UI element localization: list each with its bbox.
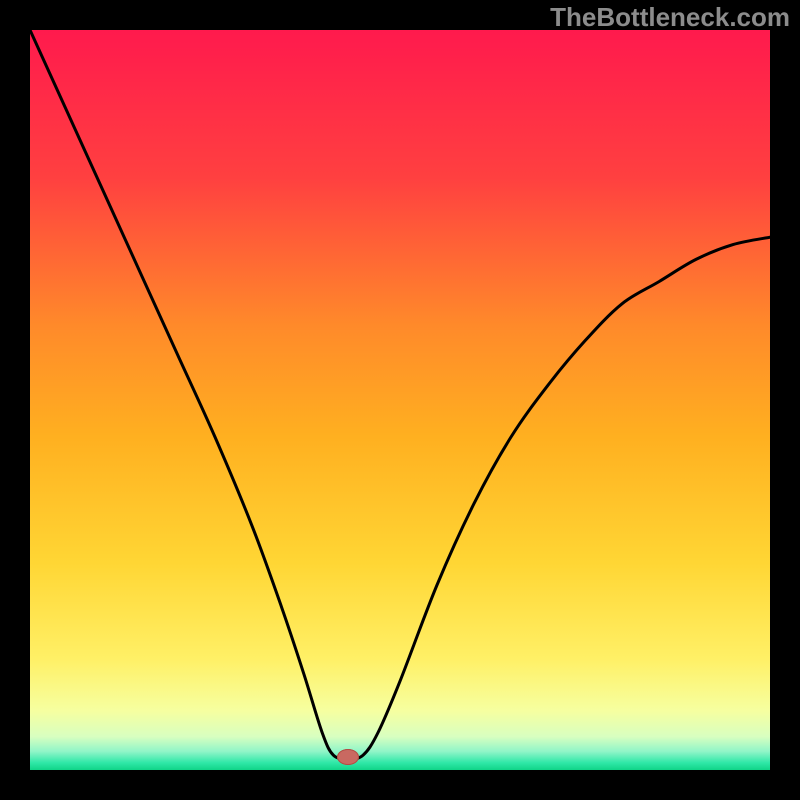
curve-layer	[30, 30, 770, 770]
chart-frame: TheBottleneck.com	[0, 0, 800, 800]
plot-area	[30, 30, 770, 770]
bottleneck-curve	[30, 30, 770, 759]
watermark-text: TheBottleneck.com	[550, 2, 790, 33]
